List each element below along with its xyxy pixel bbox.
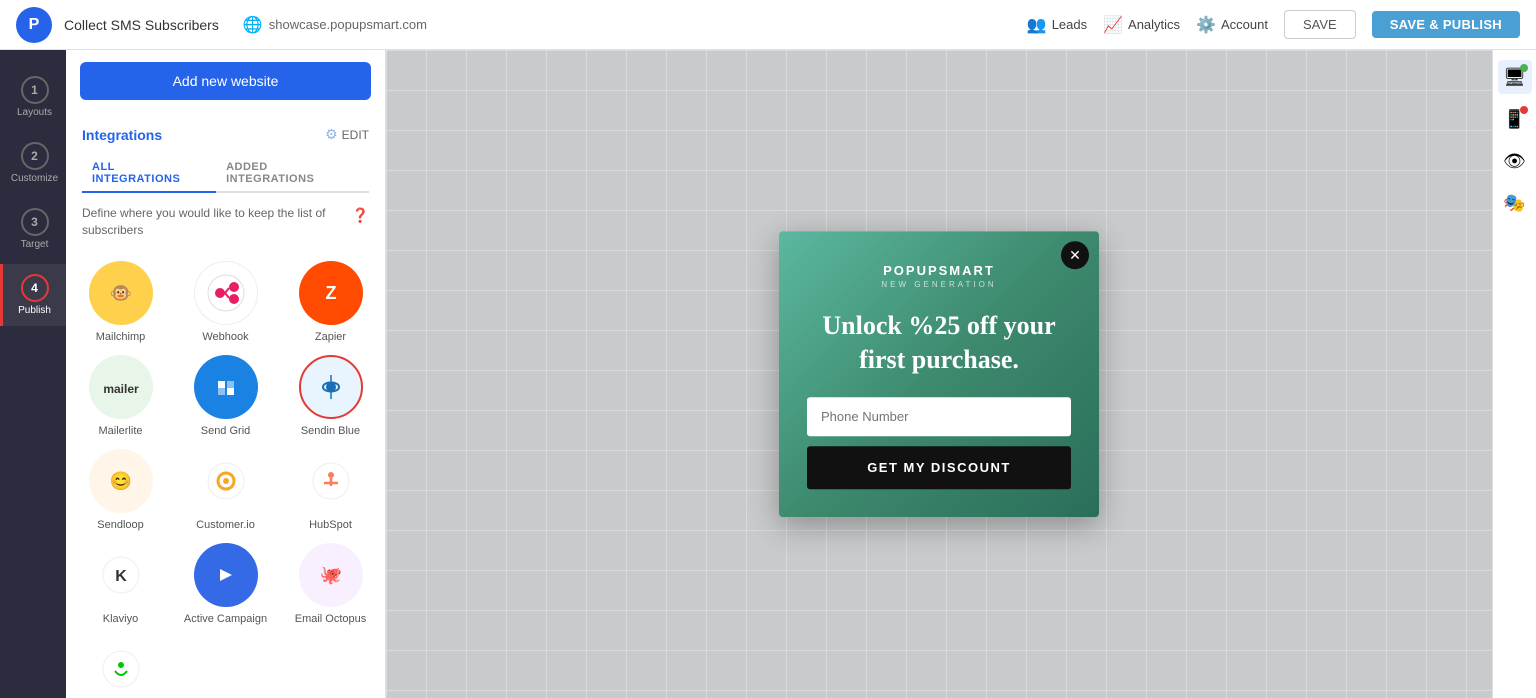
canvas-area: ✕ POPUPSMART NEW GENERATION Unlock %25 o…: [386, 50, 1492, 698]
integration-label-sendloop: Sendloop: [97, 519, 144, 531]
main-layout: 1 Layouts 2 Customize 3 Target 4 Publish…: [0, 50, 1536, 698]
popup-content: ✕ POPUPSMART NEW GENERATION Unlock %25 o…: [779, 231, 1099, 517]
integration-item-mailerlite[interactable]: mailer Mailerlite: [74, 355, 167, 437]
integration-label-customerio: Customer.io: [196, 519, 255, 531]
integration-label-mailchimp: Mailchimp: [96, 331, 146, 343]
integration-item-customerio[interactable]: Customer.io: [179, 449, 272, 531]
account-icon: ⚙️: [1196, 15, 1216, 35]
mobile-view-button[interactable]: 📱: [1498, 102, 1532, 136]
edit-button[interactable]: ⚙ EDIT: [325, 126, 369, 143]
preview-button[interactable]: 👁: [1498, 144, 1532, 178]
integration-logo-webhook: [194, 261, 258, 325]
integration-logo-sendinblue: [299, 355, 363, 419]
gear-icon: ⚙: [325, 126, 338, 143]
integration-logo-activecampaign: [194, 543, 258, 607]
globe-icon: 🌐: [243, 15, 263, 35]
popup-cta-button[interactable]: GET MY DISCOUNT: [807, 446, 1071, 489]
leads-link[interactable]: 👥 Leads: [1027, 15, 1087, 35]
integration-item-mailchimp[interactable]: 🐵 Mailchimp: [74, 261, 167, 343]
integration-label-mailerlite: Mailerlite: [98, 425, 142, 437]
integration-item-activecampaign[interactable]: Active Campaign: [179, 543, 272, 625]
topnav: P Collect SMS Subscribers 🌐 showcase.pop…: [0, 0, 1536, 50]
step-customize[interactable]: 2 Customize: [0, 132, 66, 194]
integration-item-klaviyo[interactable]: K Klaviyo: [74, 543, 167, 625]
save-button[interactable]: SAVE: [1284, 10, 1356, 39]
integration-logo-customerio: [194, 449, 258, 513]
integration-logo-hubspot: [299, 449, 363, 513]
panel-description: Define where you would like to keep the …: [82, 205, 369, 239]
integration-label-sendinblue: Sendin Blue: [301, 425, 360, 437]
settings-icon: 🎭: [1503, 193, 1525, 214]
help-icon: ❓: [352, 206, 369, 226]
integration-label-zapier: Zapier: [315, 331, 346, 343]
svg-text:🐵: 🐵: [109, 283, 131, 303]
integration-tabs: ALL INTEGRATIONS ADDED INTEGRATIONS: [82, 155, 369, 193]
eye-icon: 👁: [1503, 151, 1526, 172]
integration-item-sendloop[interactable]: 😊 Sendloop: [74, 449, 167, 531]
integration-logo-emailoctopus: 🐙: [299, 543, 363, 607]
analytics-icon: 📈: [1103, 15, 1123, 35]
page-title: Collect SMS Subscribers: [64, 17, 219, 33]
popup-brand: POPUPSMART: [883, 263, 995, 278]
integrations-panel: Add new website Integrations ⚙ EDIT ALL …: [66, 50, 386, 698]
site-url: 🌐 showcase.popupsmart.com: [243, 15, 427, 35]
analytics-link[interactable]: 📈 Analytics: [1103, 15, 1180, 35]
steps-sidebar: 1 Layouts 2 Customize 3 Target 4 Publish: [0, 50, 66, 698]
popup-headline: Unlock %25 off your first purchase.: [807, 309, 1071, 377]
desktop-dot: [1520, 64, 1528, 72]
integration-grid: 🐵 Mailchimp Webhook Z Zapier mailer Mailerlite…: [66, 261, 385, 698]
integration-label-webhook: Webhook: [202, 331, 248, 343]
integration-label-emailoctopus: Email Octopus: [295, 613, 367, 625]
popup-phone-input[interactable]: [807, 397, 1071, 436]
save-publish-button[interactable]: SAVE & PUBLISH: [1372, 11, 1520, 38]
integration-label-hubspot: HubSpot: [309, 519, 352, 531]
right-toolbar: 🖥 📱 👁 🎭: [1492, 50, 1536, 698]
integration-logo-sendgrid: [194, 355, 258, 419]
panel-section-title: Integrations: [82, 127, 162, 143]
integration-logo-klaviyo: K: [89, 543, 153, 607]
integration-label-activecampaign: Active Campaign: [184, 613, 267, 625]
integration-item-drip[interactable]: Drip: [74, 637, 167, 698]
svg-text:😊: 😊: [109, 471, 131, 491]
mobile-dot: [1520, 106, 1528, 114]
panel-section: Integrations ⚙ EDIT ALL INTEGRATIONS ADD…: [66, 112, 385, 261]
integration-logo-zapier: Z: [299, 261, 363, 325]
integration-label-klaviyo: Klaviyo: [103, 613, 138, 625]
integration-item-zapier[interactable]: Z Zapier: [284, 261, 377, 343]
add-website-button[interactable]: Add new website: [80, 62, 371, 100]
leads-icon: 👥: [1027, 15, 1047, 35]
settings-button[interactable]: 🎭: [1498, 186, 1532, 220]
account-link[interactable]: ⚙️ Account: [1196, 15, 1268, 35]
desktop-view-button[interactable]: 🖥: [1498, 60, 1532, 94]
integration-logo-mailerlite: mailer: [89, 355, 153, 419]
integration-item-webhook[interactable]: Webhook: [179, 261, 272, 343]
popup-preview: ✕ POPUPSMART NEW GENERATION Unlock %25 o…: [779, 231, 1099, 517]
tab-all-integrations[interactable]: ALL INTEGRATIONS: [82, 155, 216, 193]
tab-added-integrations[interactable]: ADDED INTEGRATIONS: [216, 155, 369, 193]
app-logo: P: [16, 7, 52, 43]
integration-logo-mailchimp: 🐵: [89, 261, 153, 325]
integration-item-hubspot[interactable]: HubSpot: [284, 449, 377, 531]
topnav-actions: 👥 Leads 📈 Analytics ⚙️ Account SAVE SAVE…: [1027, 10, 1520, 39]
step-target[interactable]: 3 Target: [0, 198, 66, 260]
integration-logo-drip: [89, 637, 153, 698]
step-layouts[interactable]: 1 Layouts: [0, 66, 66, 128]
integration-label-sendgrid: Send Grid: [201, 425, 251, 437]
integration-logo-sendloop: 😊: [89, 449, 153, 513]
popup-brand-sub: NEW GENERATION: [881, 280, 996, 289]
svg-text:K: K: [115, 568, 127, 585]
integration-item-emailoctopus[interactable]: 🐙 Email Octopus: [284, 543, 377, 625]
svg-text:mailer: mailer: [103, 382, 139, 396]
integration-item-sendinblue[interactable]: Sendin Blue: [284, 355, 377, 437]
popup-close-button[interactable]: ✕: [1061, 241, 1089, 269]
integration-item-sendgrid[interactable]: Send Grid: [179, 355, 272, 437]
svg-text:🐙: 🐙: [319, 565, 341, 586]
step-publish[interactable]: 4 Publish: [0, 264, 66, 326]
svg-text:Z: Z: [325, 283, 336, 303]
